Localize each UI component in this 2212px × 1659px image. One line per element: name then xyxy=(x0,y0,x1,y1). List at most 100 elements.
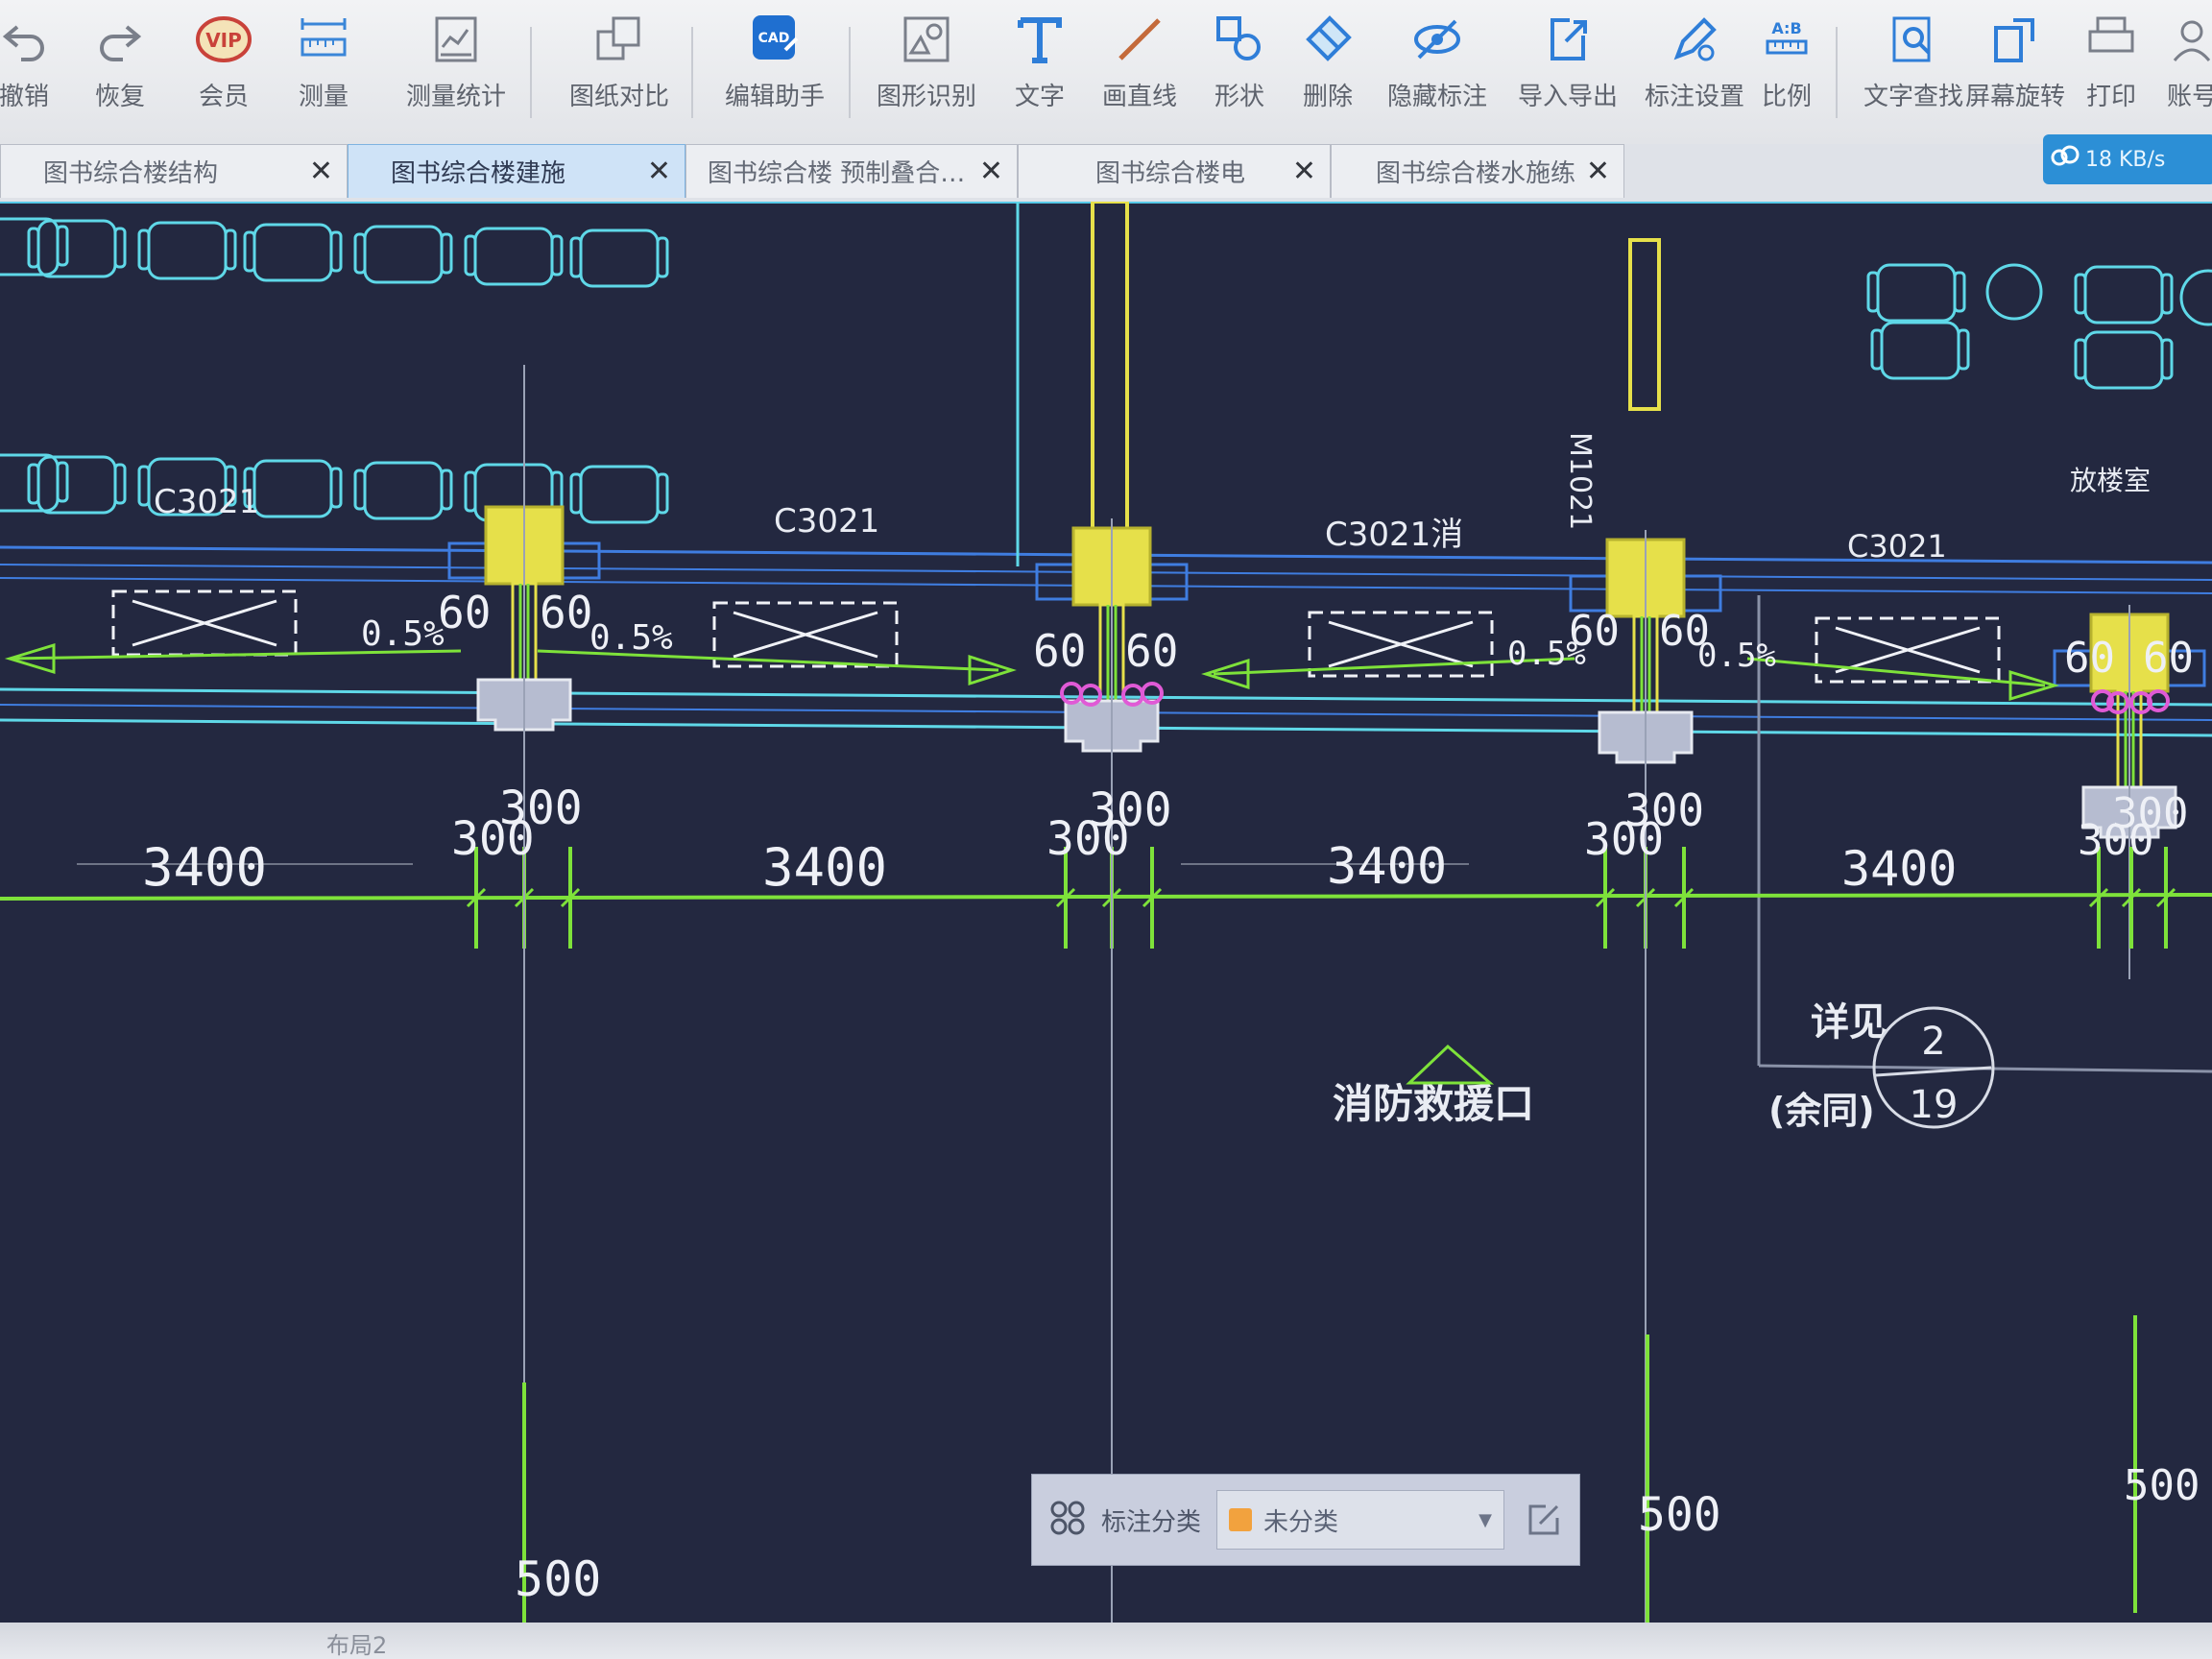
compare-icon xyxy=(591,12,647,67)
chair-arm xyxy=(137,228,151,271)
slope-label: 0.5% xyxy=(589,618,673,658)
measure-stats-button[interactable]: 测量统计 xyxy=(394,12,518,132)
detail-sheet: 19 xyxy=(1910,1083,1959,1127)
chair-seat xyxy=(1880,321,1960,380)
chair xyxy=(569,228,669,288)
chair-seat xyxy=(147,221,228,280)
layout-tab-strip: 布局2 xyxy=(0,1623,2212,1659)
chair-arm xyxy=(1870,328,1884,371)
chair-arm xyxy=(56,225,69,267)
compare-button[interactable]: 图纸对比 xyxy=(557,12,682,132)
chair-arm xyxy=(569,472,583,515)
tab-structure[interactable]: 图书综合楼结构 ✕ xyxy=(0,144,348,198)
edit-assistant-button[interactable]: CAD 编辑助手 xyxy=(712,12,837,132)
close-icon[interactable]: ✕ xyxy=(647,155,671,188)
undo-label: 撤销 xyxy=(0,83,49,111)
offset-label: 60 xyxy=(1659,607,1710,656)
tab-architecture[interactable]: 图书综合楼建施 ✕ xyxy=(348,144,685,198)
compare-label: 图纸对比 xyxy=(568,83,669,111)
chair-arm xyxy=(464,234,477,276)
column-dimension: 300 xyxy=(1584,813,1664,865)
category-color-swatch xyxy=(1229,1508,1253,1531)
rotate-screen-label: 屏幕旋转 xyxy=(1964,83,2065,111)
import-export-icon xyxy=(1540,12,1596,67)
chair-seat xyxy=(2083,265,2164,325)
shape-recognize-button[interactable]: 图形识别 xyxy=(864,12,989,132)
fire-rescue-label: 消防救援口 xyxy=(1333,1080,1534,1127)
window-cross xyxy=(733,611,878,659)
chair-arm xyxy=(1866,271,1880,313)
chair-arm xyxy=(27,227,40,269)
close-icon[interactable]: ✕ xyxy=(309,155,333,188)
hide-annotation-button[interactable]: 隐藏标注 xyxy=(1375,12,1500,132)
vip-button[interactable]: VIP 会员 xyxy=(171,12,276,132)
vip-label: 会员 xyxy=(198,83,249,111)
detail-suffix: (余同) xyxy=(1768,1090,1875,1132)
chair xyxy=(243,223,343,282)
print-label: 打印 xyxy=(2085,83,2136,111)
chair xyxy=(1866,263,1966,323)
undo-icon xyxy=(0,12,52,67)
import-export-button[interactable]: 导入导出 xyxy=(1505,12,1630,132)
window-cross xyxy=(1328,620,1474,668)
toolbar-divider xyxy=(849,27,851,118)
tab-electrical[interactable]: 图书综合楼电 ✕ xyxy=(1018,144,1331,198)
print-icon xyxy=(2083,12,2139,67)
chair-seat xyxy=(363,461,444,520)
tab-precast[interactable]: 图书综合楼 预制叠合… ✕ xyxy=(685,144,1018,198)
annotation-settings-icon xyxy=(1667,12,1722,67)
close-icon[interactable]: ✕ xyxy=(979,155,1003,188)
drawing-canvas[interactable]: C3021 C3021 C3021消 C3021 M1021 放楼室 0.5% … xyxy=(0,202,2212,1659)
chair-seat xyxy=(252,459,333,518)
chair-arm xyxy=(656,236,669,278)
chair-arm xyxy=(113,227,127,269)
document-tab-bar: 图书综合楼结构 ✕ 图书综合楼建施 ✕ 图书综合楼 预制叠合… ✕ 图书综合楼电… xyxy=(0,144,2212,204)
measure-button[interactable]: 测量 xyxy=(271,12,376,132)
scale-button[interactable]: A:B 比例 xyxy=(1734,12,1839,132)
chair-seat xyxy=(579,465,660,524)
chair xyxy=(137,221,237,280)
window-label: C3021 xyxy=(154,483,259,521)
chair xyxy=(569,465,669,524)
shape-label: 形状 xyxy=(1214,83,1264,111)
chair-arm xyxy=(353,469,367,511)
delete-button[interactable]: 删除 xyxy=(1275,12,1381,132)
chair-seat xyxy=(36,455,117,515)
rotate-screen-icon xyxy=(1987,12,2043,67)
cad-badge-text: CAD xyxy=(758,31,790,46)
offset-label: 60 xyxy=(1569,607,1620,656)
column-dimension: 300 xyxy=(451,812,535,866)
detail-prefix: 详见 xyxy=(1811,1000,1887,1045)
network-speed-text: 18 KB/s xyxy=(2085,147,2166,172)
category-grid-icon[interactable] xyxy=(1049,1500,1086,1540)
category-dropdown[interactable]: 未分类 ▼ xyxy=(1216,1490,1505,1550)
line-button[interactable]: 画直线 xyxy=(1087,12,1192,132)
text-button[interactable]: 文字 xyxy=(987,12,1093,132)
toolbar-divider xyxy=(691,27,693,118)
chair-arm xyxy=(440,469,453,511)
close-icon[interactable]: ✕ xyxy=(1586,155,1610,188)
undo-button[interactable]: 撤销 xyxy=(0,12,77,132)
rescue-marker-triangle xyxy=(1406,1044,1495,1085)
chair-seat xyxy=(579,228,660,288)
redo-label: 恢复 xyxy=(94,83,145,111)
window-label: C3021消 xyxy=(1325,516,1463,554)
chair-seat xyxy=(252,223,333,282)
column-dimension: 300 xyxy=(1046,812,1130,866)
tab-plumbing[interactable]: 图书综合楼水施练 ✕ xyxy=(1331,144,1624,198)
offset-label: 60 xyxy=(2064,634,2115,683)
layout-tab[interactable]: 布局2 xyxy=(326,1626,387,1659)
redo-button[interactable]: 恢复 xyxy=(67,12,173,132)
hide-annotation-icon xyxy=(1409,12,1465,67)
network-speed-badge: 18 KB/s xyxy=(2043,134,2212,184)
account-button[interactable]: 账号 xyxy=(2139,12,2212,132)
close-icon[interactable]: ✕ xyxy=(1292,155,1316,188)
span-dimension: 3400 xyxy=(142,837,267,898)
chair-seat xyxy=(473,227,554,286)
toolbar-divider xyxy=(530,27,532,118)
edit-icon[interactable] xyxy=(1520,1496,1568,1544)
window-label: C3021 xyxy=(1847,528,1947,565)
chair-arm xyxy=(569,236,583,278)
scale-badge-text: A:B xyxy=(1771,19,1801,37)
chair xyxy=(353,225,453,284)
